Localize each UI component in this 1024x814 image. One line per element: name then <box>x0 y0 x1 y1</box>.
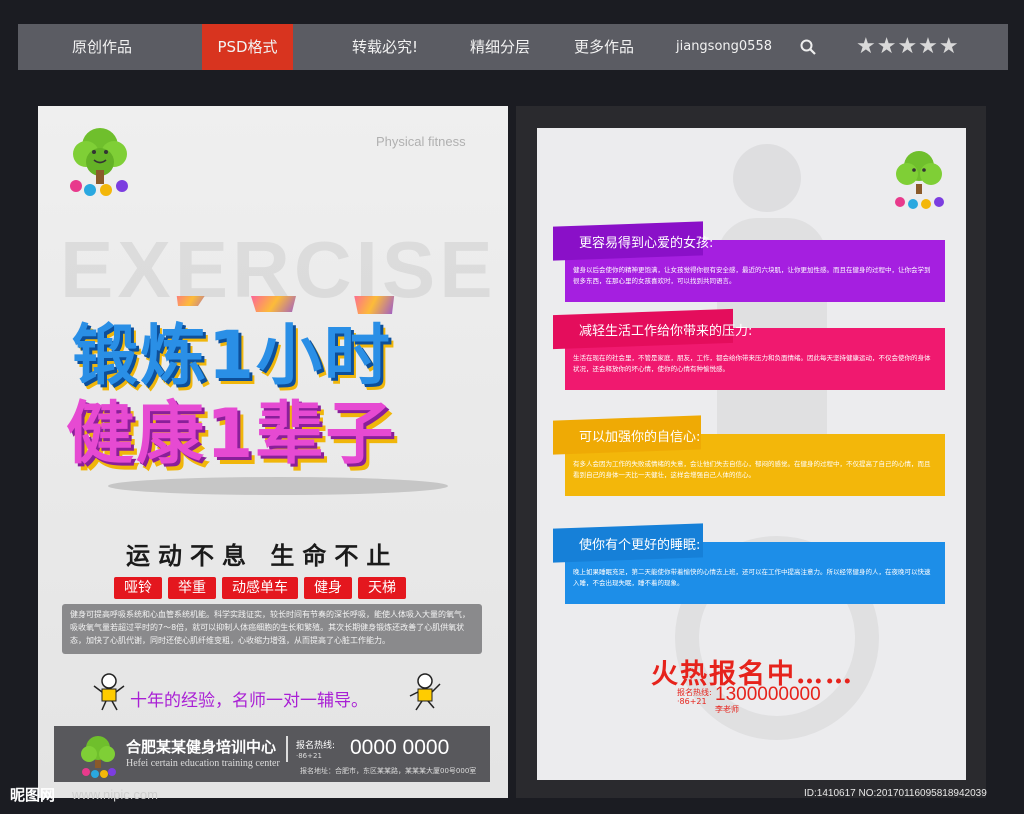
hotline-number: 0000 0000 <box>350 736 450 759</box>
card-text: 有多人会因为工作的失败或情绪的失意，会让他们失去自信心，郁闷的感觉。在健身的过程… <box>573 460 931 479</box>
image-id: ID:1410617 NO:20170116095818942039 <box>804 788 987 799</box>
physical-fitness-label: Physical fitness <box>376 134 466 149</box>
nav-item-original[interactable]: 原创作品 <box>72 24 132 70</box>
left-poster: EXERCISE Physical fitness 锻炼1小时 健康1辈子 运动… <box>38 106 508 798</box>
tag-weightlifting: 举重 <box>168 577 216 599</box>
hotline-label-text: 报名热线: <box>677 688 712 697</box>
nav-item-layers[interactable]: 精细分层 <box>470 24 530 70</box>
rating-stars: ★★★★★ <box>856 34 960 59</box>
tag-list: 哑铃 举重 动感单车 健身 天梯 <box>114 577 406 599</box>
description-box: 健身可提高呼吸系统和心血管系统机能。科学实践证实，较长时间有节奏的深长呼吸，能使… <box>62 604 482 654</box>
card-text: 健身以后会使你的精神更饱满，让女孩觉得你很有安全感，最近的六块肌，让你更加性感。… <box>573 266 931 285</box>
area-code: ·86+21 <box>677 697 707 706</box>
tag-spinning: 动感单车 <box>222 577 298 599</box>
slogan: 运动不息 生命不止 <box>126 541 399 570</box>
hotline-label: 报名热线: <box>296 741 336 751</box>
card-love: 更容易得到心爱的女孩: 健身以后会使你的精神更饱满，让女孩觉得你很有安全感，最近… <box>553 221 945 302</box>
tag-stair: 天梯 <box>358 577 406 599</box>
card-text: 生活在现在的社会里，不管是家庭，朋友，工作，都会给你带来压力和负面情绪。因此每天… <box>573 354 931 373</box>
nav-item-psd[interactable]: PSD格式 <box>202 24 293 70</box>
hotline-number: 1300000000 <box>715 684 821 705</box>
headline-line-2: 健康1辈子 <box>66 395 396 474</box>
nav-item-more[interactable]: 更多作品 <box>574 24 634 70</box>
tag-dumbbell: 哑铃 <box>114 577 162 599</box>
nav-user[interactable]: jiangsong0558 <box>676 24 772 70</box>
tree-logo-icon <box>81 736 116 778</box>
left-footer: 合肥某某健身培训中心 Hefei certain education train… <box>54 726 490 782</box>
card-pressure: 减轻生活工作给你带来的压力: 生活在现在的社会里，不管是家庭，朋友，工作，都会给… <box>553 308 945 390</box>
card-title: 更容易得到心爱的女孩: <box>579 236 714 251</box>
site-url: www.nipic.com <box>72 787 158 802</box>
divider <box>286 736 288 762</box>
card-title: 减轻生活工作给你带来的压力: <box>579 324 753 339</box>
tag-fitness: 健身 <box>304 577 352 599</box>
tree-logo-icon <box>70 128 128 196</box>
tree-logo-icon <box>895 151 944 209</box>
kid-figure-icon <box>409 673 441 711</box>
site-logo: 昵图网 <box>10 786 56 804</box>
teacher-name: 李老师 <box>715 705 739 714</box>
card-text: 晚上如果睡眠充足，第二天能使你带着愉快的心情去上班，还可以在工作中提高注意力。所… <box>573 568 931 587</box>
right-poster: 更容易得到心爱的女孩: 健身以后会使你的精神更饱满，让女孩觉得你很有安全感，最近… <box>537 128 966 780</box>
card-sleep: 使你有个更好的睡眠: 晚上如果睡眠充足，第二天能使你带着愉快的心情去上班，还可以… <box>553 523 945 604</box>
card-confidence: 可以加强你的自信心: 有多人会因为工作的失败或情绪的失意，会让他们失去自信心，郁… <box>553 415 945 496</box>
experience-text: 十年的经验，名师一对一辅导。 <box>130 691 368 711</box>
top-nav: 原创作品 PSD格式 转载必究! 精细分层 更多作品 jiangsong0558… <box>18 24 1008 70</box>
card-title: 可以加强你的自信心: <box>579 430 701 445</box>
nav-item-copyright[interactable]: 转载必究! <box>352 24 418 70</box>
kid-figure-icon <box>93 673 125 711</box>
search-icon[interactable] <box>800 39 816 55</box>
center-name: 合肥某某健身培训中心 <box>126 738 277 756</box>
hotline-label: 报名热线: ·86+21 <box>677 688 712 706</box>
card-title: 使你有个更好的睡眠: <box>579 538 701 553</box>
center-name-english: Hefei certain education training center <box>126 758 280 769</box>
address: 报名地址：合肥市，东区某某路，某某某大厦00号000室 <box>300 767 477 775</box>
area-code: ·86+21 <box>296 752 322 760</box>
